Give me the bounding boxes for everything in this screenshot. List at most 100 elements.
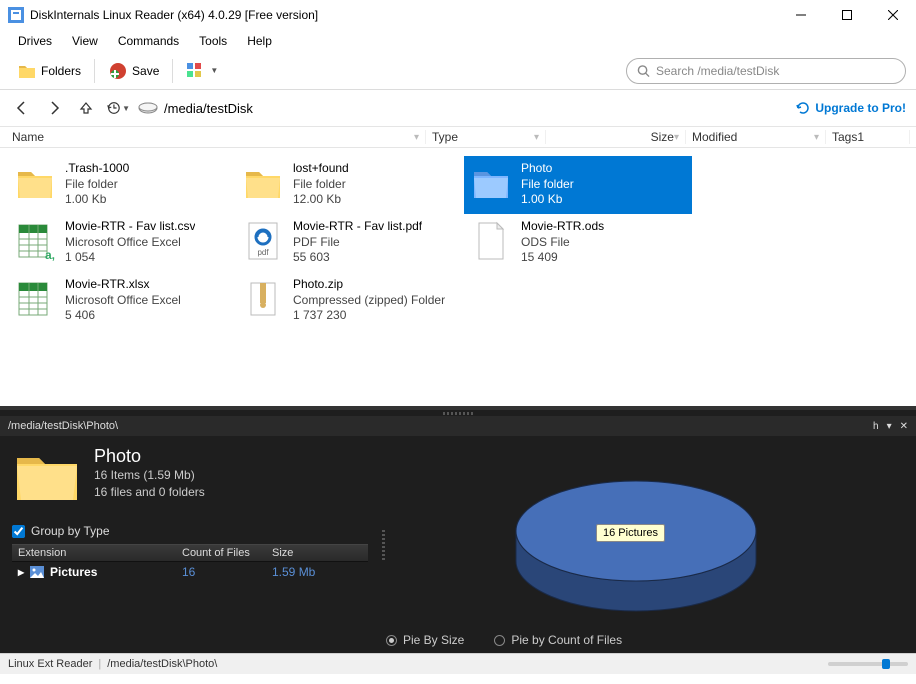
file-info: Movie-RTR.ods ODS File 15 409 — [521, 219, 604, 266]
file-item[interactable]: Photo File folder 1.00 Kb — [464, 156, 692, 214]
file-size: 15 409 — [521, 250, 604, 266]
filter-icon[interactable]: ▾ — [814, 132, 819, 143]
group-by-type-checkbox[interactable]: Group by Type — [12, 524, 368, 538]
panel-letter[interactable]: h — [873, 421, 879, 432]
toolbar-separator — [172, 59, 173, 83]
upgrade-label: Upgrade to Pro! — [815, 101, 906, 115]
panel-right: 16 Pictures Pie By Size Pie by Count of … — [386, 436, 916, 653]
menu-commands[interactable]: Commands — [110, 32, 187, 50]
details-panel: /media/testDisk\Photo\ h ▾ ✕ Photo 16 It… — [0, 406, 916, 653]
search-box[interactable] — [626, 58, 906, 84]
panel-pin-icon[interactable]: ▾ — [887, 421, 892, 432]
slider-thumb[interactable] — [882, 659, 890, 669]
file-item[interactable]: Movie-RTR.xlsx Microsoft Office Excel 5 … — [8, 272, 236, 330]
zoom-slider[interactable] — [828, 662, 908, 666]
minimize-button[interactable] — [778, 0, 824, 30]
col-size[interactable]: Size▾ — [546, 130, 686, 144]
pie-chart: 16 Pictures — [496, 446, 776, 626]
col-tags[interactable]: Tags1 — [826, 130, 910, 144]
panel-left: Photo 16 Items (1.59 Mb) 16 files and 0 … — [0, 436, 380, 653]
file-info: .Trash-1000 File folder 1.00 Kb — [65, 161, 129, 208]
expand-icon[interactable]: ▸ — [18, 565, 24, 579]
file-name: Photo.zip — [293, 277, 445, 293]
file-info: Movie-RTR - Fav list.csv Microsoft Offic… — [65, 219, 195, 266]
file-name: Photo — [521, 161, 574, 177]
file-item[interactable]: Photo.zip Compressed (zipped) Folder 1 7… — [236, 272, 464, 330]
file-size: 12.00 Kb — [293, 192, 349, 208]
menu-view[interactable]: View — [64, 32, 106, 50]
file-size: 1.00 Kb — [65, 192, 129, 208]
radio-dot-icon — [386, 635, 397, 646]
table-header-row[interactable]: Extension Count of Files Size — [12, 544, 368, 562]
file-item[interactable]: lost+found File folder 12.00 Kb — [236, 156, 464, 214]
breadcrumb[interactable]: /media/testDisk — [138, 101, 787, 116]
save-button[interactable]: Save — [101, 56, 166, 86]
statusbar: Linux Ext Reader | /media/testDisk\Photo… — [0, 653, 916, 674]
search-input[interactable] — [656, 64, 895, 78]
ext-count: 16 — [182, 565, 272, 579]
folders-button[interactable]: Folders — [10, 56, 88, 86]
file-item[interactable]: a, Movie-RTR - Fav list.csv Microsoft Of… — [8, 214, 236, 272]
radio-pie-by-size[interactable]: Pie By Size — [386, 633, 464, 647]
th-extension: Extension — [12, 547, 182, 559]
xlsx-icon — [13, 277, 57, 321]
folder-icon — [469, 161, 513, 205]
menu-drives[interactable]: Drives — [10, 32, 60, 50]
file-info: lost+found File folder 12.00 Kb — [293, 161, 349, 208]
file-info: Photo.zip Compressed (zipped) Folder 1 7… — [293, 277, 445, 324]
refresh-icon — [795, 100, 811, 116]
column-headers: Name▾ Type▾ Size▾ Modified▾ Tags1 — [0, 126, 916, 148]
file-size: 5 406 — [65, 308, 181, 324]
ext-size: 1.59 Mb — [272, 565, 368, 579]
file-item[interactable]: .Trash-1000 File folder 1.00 Kb — [8, 156, 236, 214]
radio-by-size-label: Pie By Size — [403, 633, 464, 647]
view-mode-button[interactable]: ▼ — [179, 57, 225, 85]
pie-mode-radios: Pie By Size Pie by Count of Files — [386, 633, 916, 647]
svg-text:a,: a, — [45, 248, 55, 261]
file-type: Microsoft Office Excel — [65, 235, 195, 251]
file-type: ODS File — [521, 235, 604, 251]
history-button[interactable]: ▼ — [106, 96, 130, 120]
forward-button[interactable] — [42, 96, 66, 120]
file-area[interactable]: .Trash-1000 File folder 1.00 Kb lost+fou… — [0, 148, 916, 406]
upgrade-link[interactable]: Upgrade to Pro! — [795, 100, 906, 116]
col-name[interactable]: Name▾ — [6, 130, 426, 144]
svg-text:pdf: pdf — [257, 248, 269, 257]
window-title: DiskInternals Linux Reader (x64) 4.0.29 … — [30, 8, 778, 22]
maximize-button[interactable] — [824, 0, 870, 30]
panel-close-icon[interactable]: ✕ — [900, 421, 908, 432]
file-info: Photo File folder 1.00 Kb — [521, 161, 574, 208]
file-type: File folder — [521, 177, 574, 193]
file-type: File folder — [65, 177, 129, 193]
menu-tools[interactable]: Tools — [191, 32, 235, 50]
pie-slice-label: 16 Pictures — [596, 524, 665, 542]
app-icon — [8, 7, 24, 23]
filter-icon[interactable]: ▾ — [674, 132, 679, 143]
menu-help[interactable]: Help — [239, 32, 280, 50]
col-type[interactable]: Type▾ — [426, 130, 546, 144]
file-type: Microsoft Office Excel — [65, 293, 181, 309]
file-item[interactable]: Movie-RTR.ods ODS File 15 409 — [464, 214, 692, 272]
back-button[interactable] — [10, 96, 34, 120]
file-info: Movie-RTR - Fav list.pdf PDF File 55 603 — [293, 219, 422, 266]
grid-icon — [186, 62, 204, 80]
file-name: lost+found — [293, 161, 349, 177]
file-name: Movie-RTR.ods — [521, 219, 604, 235]
filter-icon[interactable]: ▾ — [534, 132, 539, 143]
group-by-checkbox-input[interactable] — [12, 525, 25, 538]
up-button[interactable] — [74, 96, 98, 120]
file-item[interactable]: pdf Movie-RTR - Fav list.pdf PDF File 55… — [236, 214, 464, 272]
col-modified[interactable]: Modified▾ — [686, 130, 826, 144]
table-row[interactable]: ▸ Pictures 16 1.59 Mb — [12, 562, 368, 582]
status-separator: | — [98, 658, 101, 670]
file-size: 1 737 230 — [293, 308, 445, 324]
file-type: File folder — [293, 177, 349, 193]
file-name: Movie-RTR - Fav list.pdf — [293, 219, 422, 235]
panel-items-line: 16 Items (1.59 Mb) — [94, 467, 205, 484]
close-button[interactable] — [870, 0, 916, 30]
file-name: Movie-RTR.xlsx — [65, 277, 181, 293]
folder-icon — [13, 161, 57, 205]
radio-pie-by-count[interactable]: Pie by Count of Files — [494, 633, 622, 647]
th-size: Size — [272, 547, 368, 559]
filter-icon[interactable]: ▾ — [414, 132, 419, 143]
